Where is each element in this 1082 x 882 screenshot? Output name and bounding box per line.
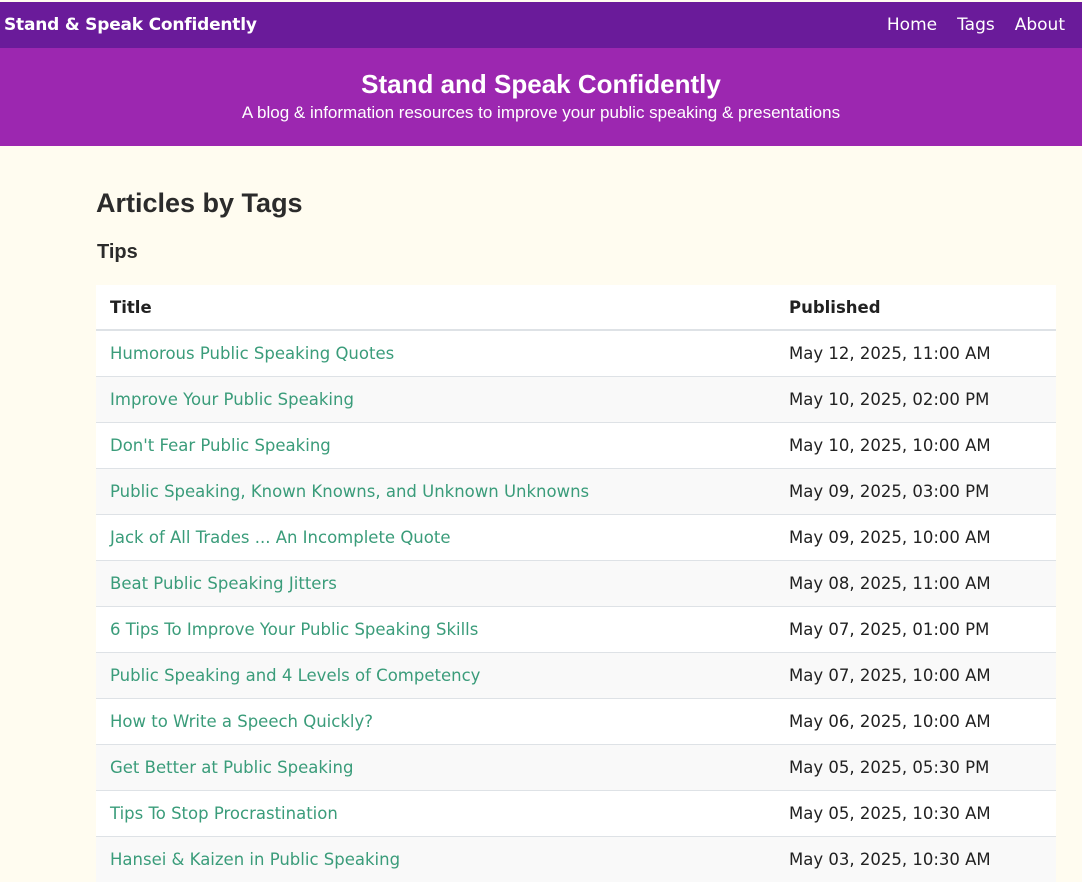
article-published-date: May 08, 2025, 11:00 AM [775, 561, 1056, 607]
article-published-date: May 06, 2025, 10:00 AM [775, 699, 1056, 745]
article-title-cell: Public Speaking and 4 Levels of Competen… [96, 653, 775, 699]
column-header-title: Title [96, 285, 775, 330]
table-row: Public Speaking, Known Knowns, and Unkno… [96, 469, 1056, 515]
article-link[interactable]: Tips To Stop Procrastination [110, 804, 338, 823]
article-published-date: May 07, 2025, 10:00 AM [775, 653, 1056, 699]
article-link[interactable]: Get Better at Public Speaking [110, 758, 353, 777]
brand-link[interactable]: Stand & Speak Confidently [0, 15, 257, 35]
article-title-cell: Beat Public Speaking Jitters [96, 561, 775, 607]
hero-banner: Stand and Speak Confidently A blog & inf… [0, 48, 1082, 146]
article-title-cell: 6 Tips To Improve Your Public Speaking S… [96, 607, 775, 653]
nav-links: Home Tags About [867, 15, 1082, 35]
article-published-date: May 09, 2025, 03:00 PM [775, 469, 1056, 515]
table-row: Beat Public Speaking Jitters May 08, 2025… [96, 561, 1056, 607]
table-row: Hansei & Kaizen in Public Speaking May 03… [96, 837, 1056, 882]
article-link[interactable]: How to Write a Speech Quickly? [110, 712, 373, 731]
article-published-date: May 10, 2025, 02:00 PM [775, 377, 1056, 423]
article-title-cell: Tips To Stop Procrastination [96, 791, 775, 837]
article-title-cell: How to Write a Speech Quickly? [96, 699, 775, 745]
article-published-date: May 05, 2025, 05:30 PM [775, 745, 1056, 791]
nav-tags-link[interactable]: Tags [957, 15, 995, 35]
article-title-cell: Humorous Public Speaking Quotes [96, 330, 775, 377]
nav-home-link[interactable]: Home [887, 15, 937, 35]
table-row: Public Speaking and 4 Levels of Competen… [96, 653, 1056, 699]
article-published-date: May 07, 2025, 01:00 PM [775, 607, 1056, 653]
article-link[interactable]: Don't Fear Public Speaking [110, 436, 331, 455]
article-published-date: May 09, 2025, 10:00 AM [775, 515, 1056, 561]
article-title-cell: Public Speaking, Known Knowns, and Unkno… [96, 469, 775, 515]
table-header-row: Title Published [96, 285, 1056, 330]
column-header-published: Published [775, 285, 1056, 330]
article-link[interactable]: Jack of All Trades ... An Incomplete Quo… [110, 528, 450, 547]
article-title-cell: Hansei & Kaizen in Public Speaking [96, 837, 775, 882]
article-title-cell: Get Better at Public Speaking [96, 745, 775, 791]
article-published-date: May 10, 2025, 10:00 AM [775, 423, 1056, 469]
table-row: Jack of All Trades ... An Incomplete Quo… [96, 515, 1056, 561]
page-title: Articles by Tags [96, 187, 1056, 219]
top-navbar: Stand & Speak Confidently Home Tags Abou… [0, 2, 1082, 48]
table-row: Humorous Public Speaking Quotes May 12, 2… [96, 330, 1056, 377]
main-content: Articles by Tags Tips Title Published Hu… [96, 146, 1056, 882]
site-title: Stand and Speak Confidently [0, 69, 1082, 99]
article-title-cell: Jack of All Trades ... An Incomplete Quo… [96, 515, 775, 561]
table-body: Humorous Public Speaking Quotes May 12, 2… [96, 330, 1056, 882]
table-row: How to Write a Speech Quickly? May 06, 20… [96, 699, 1056, 745]
table-row: Improve Your Public Speaking May 10, 2025… [96, 377, 1056, 423]
article-link[interactable]: Improve Your Public Speaking [110, 390, 354, 409]
article-published-date: May 12, 2025, 11:00 AM [775, 330, 1056, 377]
article-link[interactable]: Humorous Public Speaking Quotes [110, 344, 394, 363]
tag-heading: Tips [97, 240, 1056, 264]
article-published-date: May 03, 2025, 10:30 AM [775, 837, 1056, 882]
table-row: Tips To Stop Procrastination May 05, 2025… [96, 791, 1056, 837]
article-title-cell: Don't Fear Public Speaking [96, 423, 775, 469]
article-link[interactable]: Public Speaking, Known Knowns, and Unkno… [110, 482, 589, 501]
table-row: 6 Tips To Improve Your Public Speaking S… [96, 607, 1056, 653]
nav-about-link[interactable]: About [1015, 15, 1065, 35]
table-row: Get Better at Public Speaking May 05, 202… [96, 745, 1056, 791]
article-published-date: May 05, 2025, 10:30 AM [775, 791, 1056, 837]
article-title-cell: Improve Your Public Speaking [96, 377, 775, 423]
article-link[interactable]: Beat Public Speaking Jitters [110, 574, 337, 593]
article-link[interactable]: 6 Tips To Improve Your Public Speaking S… [110, 620, 478, 639]
article-link[interactable]: Public Speaking and 4 Levels of Competen… [110, 666, 480, 685]
article-link[interactable]: Hansei & Kaizen in Public Speaking [110, 850, 400, 869]
table-row: Don't Fear Public Speaking May 10, 2025, … [96, 423, 1056, 469]
articles-table: Title Published Humorous Public Speaking… [96, 285, 1056, 882]
site-tagline: A blog & information resources to improv… [0, 102, 1082, 124]
